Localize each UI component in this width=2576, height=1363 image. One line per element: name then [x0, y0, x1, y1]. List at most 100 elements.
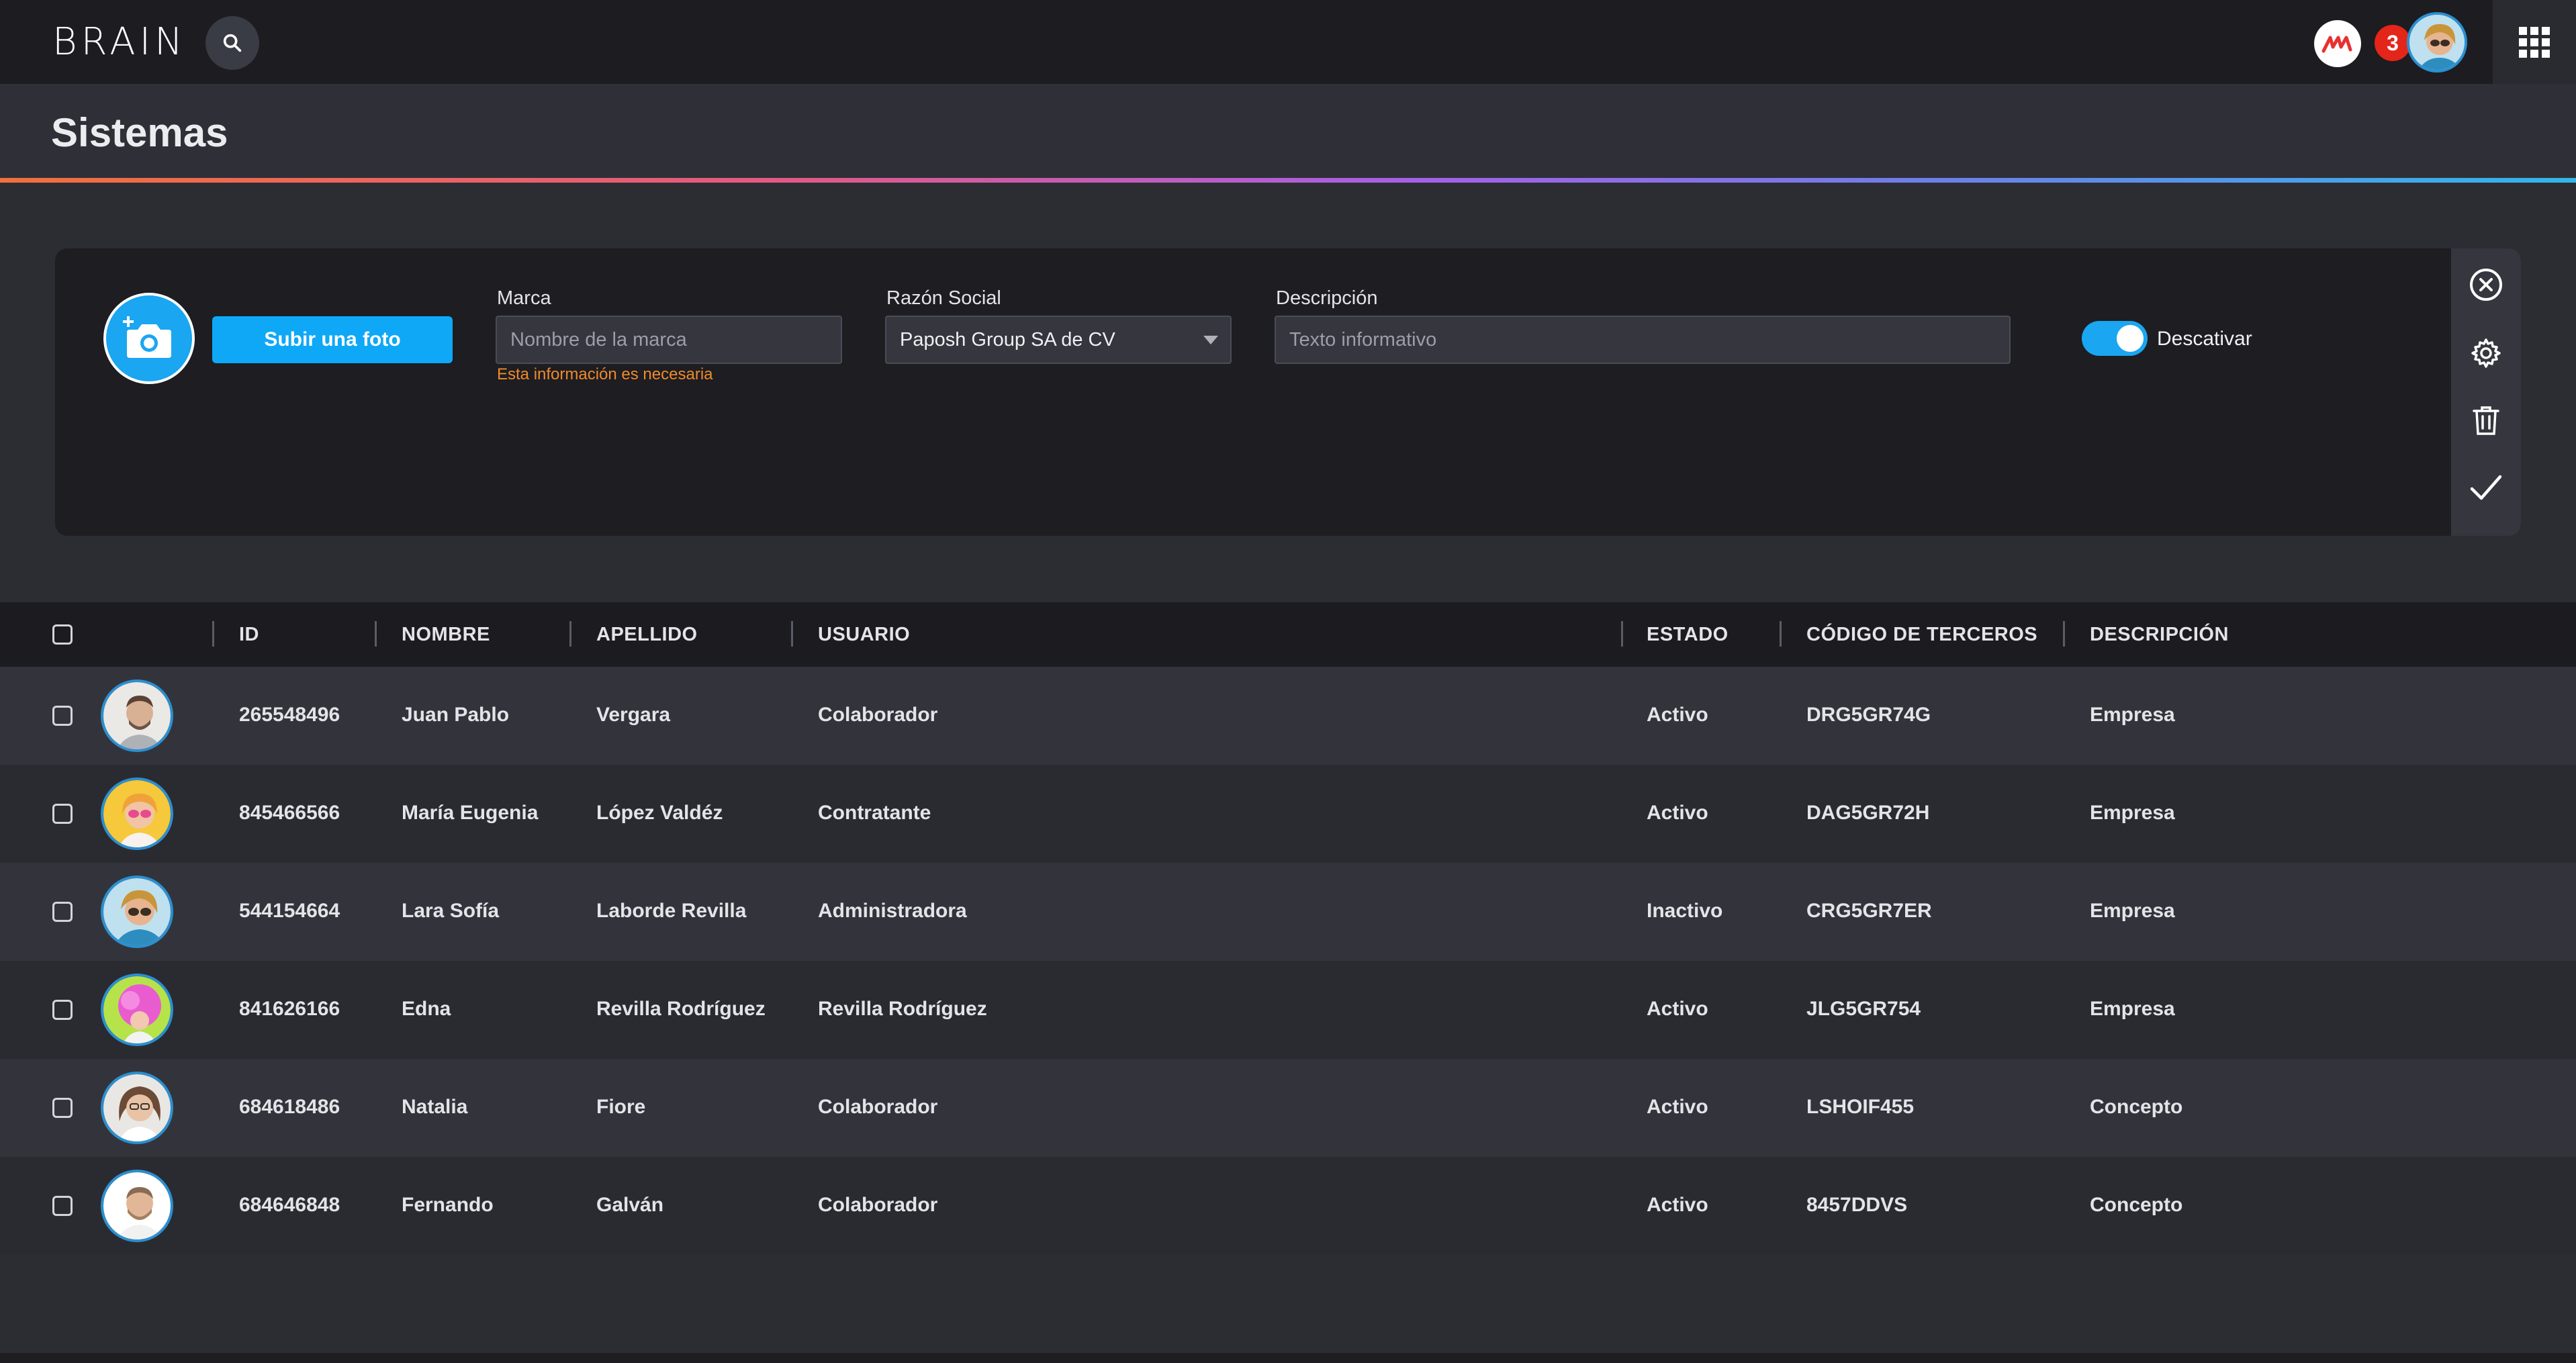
- razon-social-select[interactable]: Paposh Group SA de CV: [885, 316, 1232, 364]
- row-checkbox[interactable]: [52, 706, 73, 726]
- search-icon: [223, 34, 242, 52]
- row-checkbox[interactable]: [52, 902, 73, 922]
- cell-apellido: Galván: [596, 1194, 664, 1216]
- brand-mark-icon[interactable]: [2314, 20, 2361, 67]
- cell-id: 544154664: [239, 900, 340, 922]
- avatar: [101, 876, 173, 948]
- photo-placeholder[interactable]: [103, 293, 195, 384]
- cell-apellido: Vergara: [596, 704, 671, 726]
- cell-apellido: Revilla Rodríguez: [596, 998, 766, 1020]
- row-checkbox[interactable]: [52, 1000, 73, 1020]
- avatar: [101, 974, 173, 1046]
- row-checkbox[interactable]: [52, 1098, 73, 1118]
- cell-nombre: Natalia: [402, 1096, 468, 1118]
- cell-estado: Activo: [1647, 998, 1708, 1020]
- table-row[interactable]: 841626166 Edna Revilla Rodríguez Revilla…: [0, 961, 2576, 1059]
- apps-menu-button[interactable]: [2493, 0, 2576, 84]
- header-usuario[interactable]: USUARIO: [818, 624, 910, 646]
- descripcion-label: Descripción: [1276, 287, 1378, 309]
- cell-descripcion: Concepto: [2090, 1096, 2183, 1118]
- notification-badge[interactable]: 3: [2375, 25, 2411, 61]
- check-icon: [2470, 475, 2502, 500]
- column-divider: [1621, 621, 1623, 647]
- cell-codigo: JLG5GR754: [1806, 998, 1921, 1020]
- deactivate-toggle[interactable]: [2082, 321, 2148, 356]
- cell-codigo: DAG5GR72H: [1806, 802, 1930, 824]
- avatar: [101, 778, 173, 850]
- brain-logo[interactable]: BRAIN: [52, 20, 187, 64]
- avatar: [101, 679, 173, 752]
- cell-nombre: Edna: [402, 998, 451, 1020]
- search-button[interactable]: [205, 16, 259, 70]
- table-row[interactable]: 684618486 Natalia Fiore Colaborador Acti…: [0, 1059, 2576, 1157]
- table-header: ID NOMBRE APELLIDO USUARIO ESTADO CÓDIGO…: [0, 602, 2576, 667]
- delete-button[interactable]: [2466, 400, 2506, 440]
- column-divider: [375, 621, 377, 647]
- cell-id: 684646848: [239, 1194, 340, 1216]
- cell-usuario: Revilla Rodríguez: [818, 998, 987, 1020]
- footer-strip: [0, 1353, 2576, 1363]
- header-estado[interactable]: ESTADO: [1647, 624, 1729, 646]
- table-row[interactable]: 544154664 Lara Sofía Laborde Revilla Adm…: [0, 863, 2576, 961]
- header-descripcion[interactable]: DESCRIPCIÓN: [2090, 624, 2229, 646]
- header-apellido[interactable]: APELLIDO: [596, 624, 698, 646]
- marca-required-hint: Esta información es necesaria: [497, 365, 713, 383]
- cell-nombre: Juan Pablo: [402, 704, 510, 726]
- chevron-down-icon: [1203, 336, 1218, 344]
- avatar: [101, 1072, 173, 1144]
- cell-estado: Activo: [1647, 704, 1708, 726]
- upload-photo-button[interactable]: Subir una foto: [212, 316, 453, 363]
- header-id[interactable]: ID: [239, 624, 259, 646]
- column-divider: [791, 621, 793, 647]
- header-codigo[interactable]: CÓDIGO DE TERCEROS: [1806, 624, 2037, 646]
- cell-nombre: Fernando: [402, 1194, 494, 1216]
- row-checkbox[interactable]: [52, 804, 73, 824]
- table-row[interactable]: 684646848 Fernando Galván Colaborador Ac…: [0, 1157, 2576, 1255]
- top-bar: BRAIN 3: [0, 0, 2576, 84]
- select-all-checkbox[interactable]: [52, 624, 73, 645]
- close-circle-icon: [2470, 269, 2502, 301]
- header-nombre[interactable]: NOMBRE: [402, 624, 490, 646]
- cell-apellido: Laborde Revilla: [596, 900, 747, 922]
- cell-usuario: Administradora: [818, 900, 967, 922]
- cell-usuario: Colaborador: [818, 704, 938, 726]
- marca-input[interactable]: [496, 316, 842, 364]
- user-avatar[interactable]: [2407, 12, 2467, 73]
- row-checkbox[interactable]: [52, 1196, 73, 1216]
- cell-descripcion: Concepto: [2090, 1194, 2183, 1216]
- confirm-button[interactable]: [2466, 467, 2506, 508]
- close-button[interactable]: [2466, 265, 2506, 305]
- cell-estado: Activo: [1647, 802, 1708, 824]
- cell-usuario: Colaborador: [818, 1096, 938, 1118]
- razon-social-label: Razón Social: [886, 287, 1001, 309]
- toggle-knob: [2117, 325, 2144, 352]
- grid-icon: [2519, 26, 2550, 58]
- descripcion-input[interactable]: [1275, 316, 2011, 364]
- razon-social-value: Paposh Group SA de CV: [900, 328, 1115, 350]
- column-divider: [212, 621, 214, 647]
- title-bar: Sistemas: [0, 84, 2576, 179]
- avatar: [101, 1170, 173, 1242]
- table-row[interactable]: 845466566 María Eugenia López Valdéz Con…: [0, 765, 2576, 863]
- settings-button[interactable]: [2466, 333, 2506, 373]
- add-photo-camera-icon: [123, 316, 171, 358]
- column-divider: [569, 621, 571, 647]
- edit-form-card: Subir una foto Marca Esta información es…: [55, 248, 2521, 536]
- cell-estado: Inactivo: [1647, 900, 1723, 922]
- cell-id: 684618486: [239, 1096, 340, 1118]
- cell-codigo: LSHOIF455: [1806, 1096, 1915, 1118]
- cell-descripcion: Empresa: [2090, 900, 2175, 922]
- cell-id: 265548496: [239, 704, 340, 726]
- gradient-divider: [0, 178, 2576, 183]
- cell-id: 845466566: [239, 802, 340, 824]
- table-row[interactable]: 265548496 Juan Pablo Vergara Colaborador…: [0, 667, 2576, 765]
- cell-id: 841626166: [239, 998, 340, 1020]
- cell-estado: Activo: [1647, 1194, 1708, 1216]
- cell-apellido: López Valdéz: [596, 802, 723, 824]
- cell-nombre: María Eugenia: [402, 802, 539, 824]
- column-divider: [1780, 621, 1782, 647]
- cell-codigo: CRG5GR7ER: [1806, 900, 1932, 922]
- cell-codigo: 8457DDVS: [1806, 1194, 1908, 1216]
- cell-apellido: Fiore: [596, 1096, 646, 1118]
- marca-label: Marca: [497, 287, 551, 309]
